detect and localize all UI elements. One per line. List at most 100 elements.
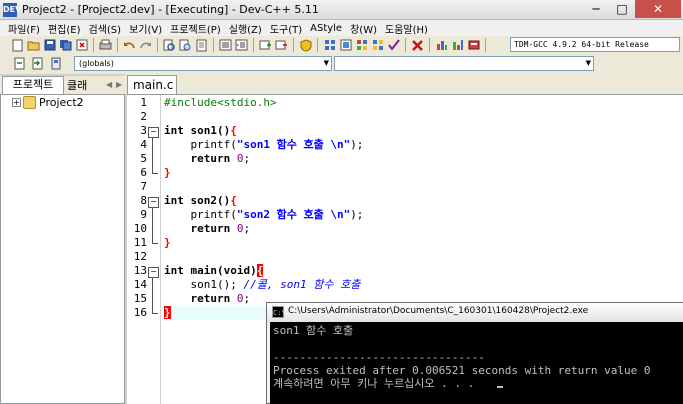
punct: ); bbox=[350, 208, 364, 221]
console-line: Process exited after 0.006521 seconds wi… bbox=[273, 364, 651, 377]
debug-icon[interactable] bbox=[466, 38, 481, 53]
stop-execution-icon[interactable] bbox=[410, 38, 425, 53]
check-syntax-icon[interactable] bbox=[386, 38, 401, 53]
code-line-10: return 0; bbox=[164, 222, 250, 236]
string-literal: "son2 함수 호출 \n" bbox=[236, 208, 351, 221]
find-icon[interactable] bbox=[162, 38, 177, 53]
code-line-14: son1(); //콜, son1 함수 호출 bbox=[164, 278, 360, 292]
menu-execute[interactable]: 실행(Z) bbox=[225, 21, 266, 36]
minimize-button[interactable]: ─ bbox=[583, 0, 609, 18]
print-icon[interactable] bbox=[98, 38, 113, 53]
new-file-icon[interactable] bbox=[10, 38, 25, 53]
close-file-icon[interactable] bbox=[74, 38, 89, 53]
maximize-button[interactable]: □ bbox=[609, 0, 635, 18]
indent-icon[interactable] bbox=[218, 38, 233, 53]
editor-tabbar bbox=[125, 74, 683, 94]
code-line-5: return 0; bbox=[164, 152, 250, 166]
menu-file[interactable]: 파일(F) bbox=[4, 21, 44, 36]
console-line: -------------------------------- bbox=[273, 351, 485, 364]
menu-edit[interactable]: 편집(E) bbox=[44, 21, 85, 36]
compile-run-icon[interactable] bbox=[354, 38, 369, 53]
menu-tools[interactable]: 도구(T) bbox=[266, 21, 306, 36]
remove-from-project-icon[interactable] bbox=[274, 38, 289, 53]
find-in-files-icon[interactable] bbox=[194, 38, 209, 53]
tab-main-c[interactable]: main.c bbox=[127, 75, 177, 94]
brace: { bbox=[230, 194, 237, 207]
keyword: return bbox=[164, 292, 231, 305]
line-number: 10 bbox=[133, 222, 147, 235]
line-number: 11 bbox=[133, 236, 147, 249]
project-icon bbox=[23, 96, 36, 109]
run-icon[interactable] bbox=[338, 38, 353, 53]
console-title: C:\Users\Administrator\Documents\C_16030… bbox=[288, 306, 589, 316]
tab-scroll-left-icon[interactable]: ◀ bbox=[106, 80, 112, 89]
console-icon: C:\ bbox=[272, 306, 286, 318]
scope-select[interactable]: ▼ bbox=[334, 56, 594, 71]
line-number: 9 bbox=[140, 208, 147, 221]
rebuild-icon[interactable] bbox=[370, 38, 385, 53]
line-number: 3 bbox=[140, 124, 147, 137]
console-line: 계속하려면 아무 키나 누르십시오 . . . bbox=[273, 377, 475, 390]
close-button[interactable]: ✕ bbox=[635, 0, 681, 18]
brace: { bbox=[230, 124, 237, 137]
compile-icon[interactable] bbox=[322, 38, 337, 53]
keyword: int bbox=[164, 124, 184, 137]
compiler-select[interactable]: TDM-GCC 4.9.2 64-bit Release bbox=[510, 37, 680, 52]
profile-analysis-icon[interactable] bbox=[450, 38, 465, 53]
tree-item-project2[interactable]: Project2 bbox=[39, 96, 84, 109]
code-line-6: } bbox=[164, 166, 171, 180]
chevron-down-icon[interactable]: ▼ bbox=[586, 57, 591, 70]
globals-select[interactable]: (globals) ▼ bbox=[74, 56, 332, 71]
undo-icon[interactable] bbox=[122, 38, 137, 53]
goto-declaration-icon[interactable] bbox=[12, 56, 27, 71]
project-tree bbox=[0, 94, 125, 404]
bookmark-icon[interactable] bbox=[48, 56, 63, 71]
number-literal: 0 bbox=[230, 222, 244, 235]
line-number: 8 bbox=[140, 194, 147, 207]
devcpp-app-icon[interactable]: DEV bbox=[3, 3, 21, 17]
unindent-icon[interactable] bbox=[234, 38, 249, 53]
code-line-15: return 0; bbox=[164, 292, 250, 306]
code-line-8: int son2(){ bbox=[164, 194, 237, 208]
project-options-icon[interactable] bbox=[298, 38, 313, 53]
tab-scroll-right-icon[interactable]: ▶ bbox=[116, 80, 122, 89]
matched-brace: } bbox=[164, 306, 171, 319]
paren: ) bbox=[250, 264, 257, 277]
line-number: 12 bbox=[133, 250, 147, 263]
menu-project[interactable]: 프로젝트(P) bbox=[166, 21, 225, 36]
punct: ; bbox=[243, 152, 251, 165]
code-line-9: printf("son2 함수 호출 \n"); bbox=[164, 208, 363, 222]
menu-astyle[interactable]: AStyle bbox=[306, 23, 346, 34]
keyword: int bbox=[164, 264, 184, 277]
menu-window[interactable]: 창(W) bbox=[346, 21, 381, 36]
code-line-4: printf("son1 함수 호출 \n"); bbox=[164, 138, 363, 152]
menu-help[interactable]: 도움말(H) bbox=[381, 21, 432, 36]
menu-search[interactable]: 검색(S) bbox=[85, 21, 126, 36]
tab-project[interactable]: 프로젝트 bbox=[2, 76, 64, 94]
open-file-icon[interactable] bbox=[26, 38, 41, 53]
save-all-icon[interactable] bbox=[58, 38, 73, 53]
line-number: 1 bbox=[140, 96, 147, 109]
goto-definition-icon[interactable] bbox=[30, 56, 45, 71]
save-icon[interactable] bbox=[42, 38, 57, 53]
fold-collapse-icon[interactable]: − bbox=[148, 197, 159, 208]
redo-icon[interactable] bbox=[138, 38, 153, 53]
function-name: son2() bbox=[183, 194, 231, 207]
console-line: son1 함수 호출 bbox=[273, 324, 354, 337]
profile-chart-icon[interactable] bbox=[434, 38, 449, 53]
code-line-1: #include<stdio.h> bbox=[164, 96, 277, 110]
code-line-13: int main(void){ bbox=[164, 264, 264, 278]
tree-expand-icon[interactable]: + bbox=[12, 98, 21, 107]
tab-classes[interactable]: 클래 bbox=[64, 78, 104, 94]
chevron-down-icon[interactable]: ▼ bbox=[324, 57, 329, 70]
fold-collapse-icon[interactable]: − bbox=[148, 267, 159, 278]
menu-bar: 파일(F) 편집(E) 검색(S) 보기(V) 프로젝트(P) 실행(Z) 도구… bbox=[0, 20, 683, 36]
line-number: 13 bbox=[133, 264, 147, 277]
replace-icon[interactable] bbox=[178, 38, 193, 53]
menu-view[interactable]: 보기(V) bbox=[125, 21, 166, 36]
function-name: main( bbox=[183, 264, 224, 277]
line-number: 7 bbox=[140, 180, 147, 193]
punct: ; bbox=[243, 222, 251, 235]
fold-collapse-icon[interactable]: − bbox=[148, 127, 159, 138]
add-to-project-icon[interactable] bbox=[258, 38, 273, 53]
